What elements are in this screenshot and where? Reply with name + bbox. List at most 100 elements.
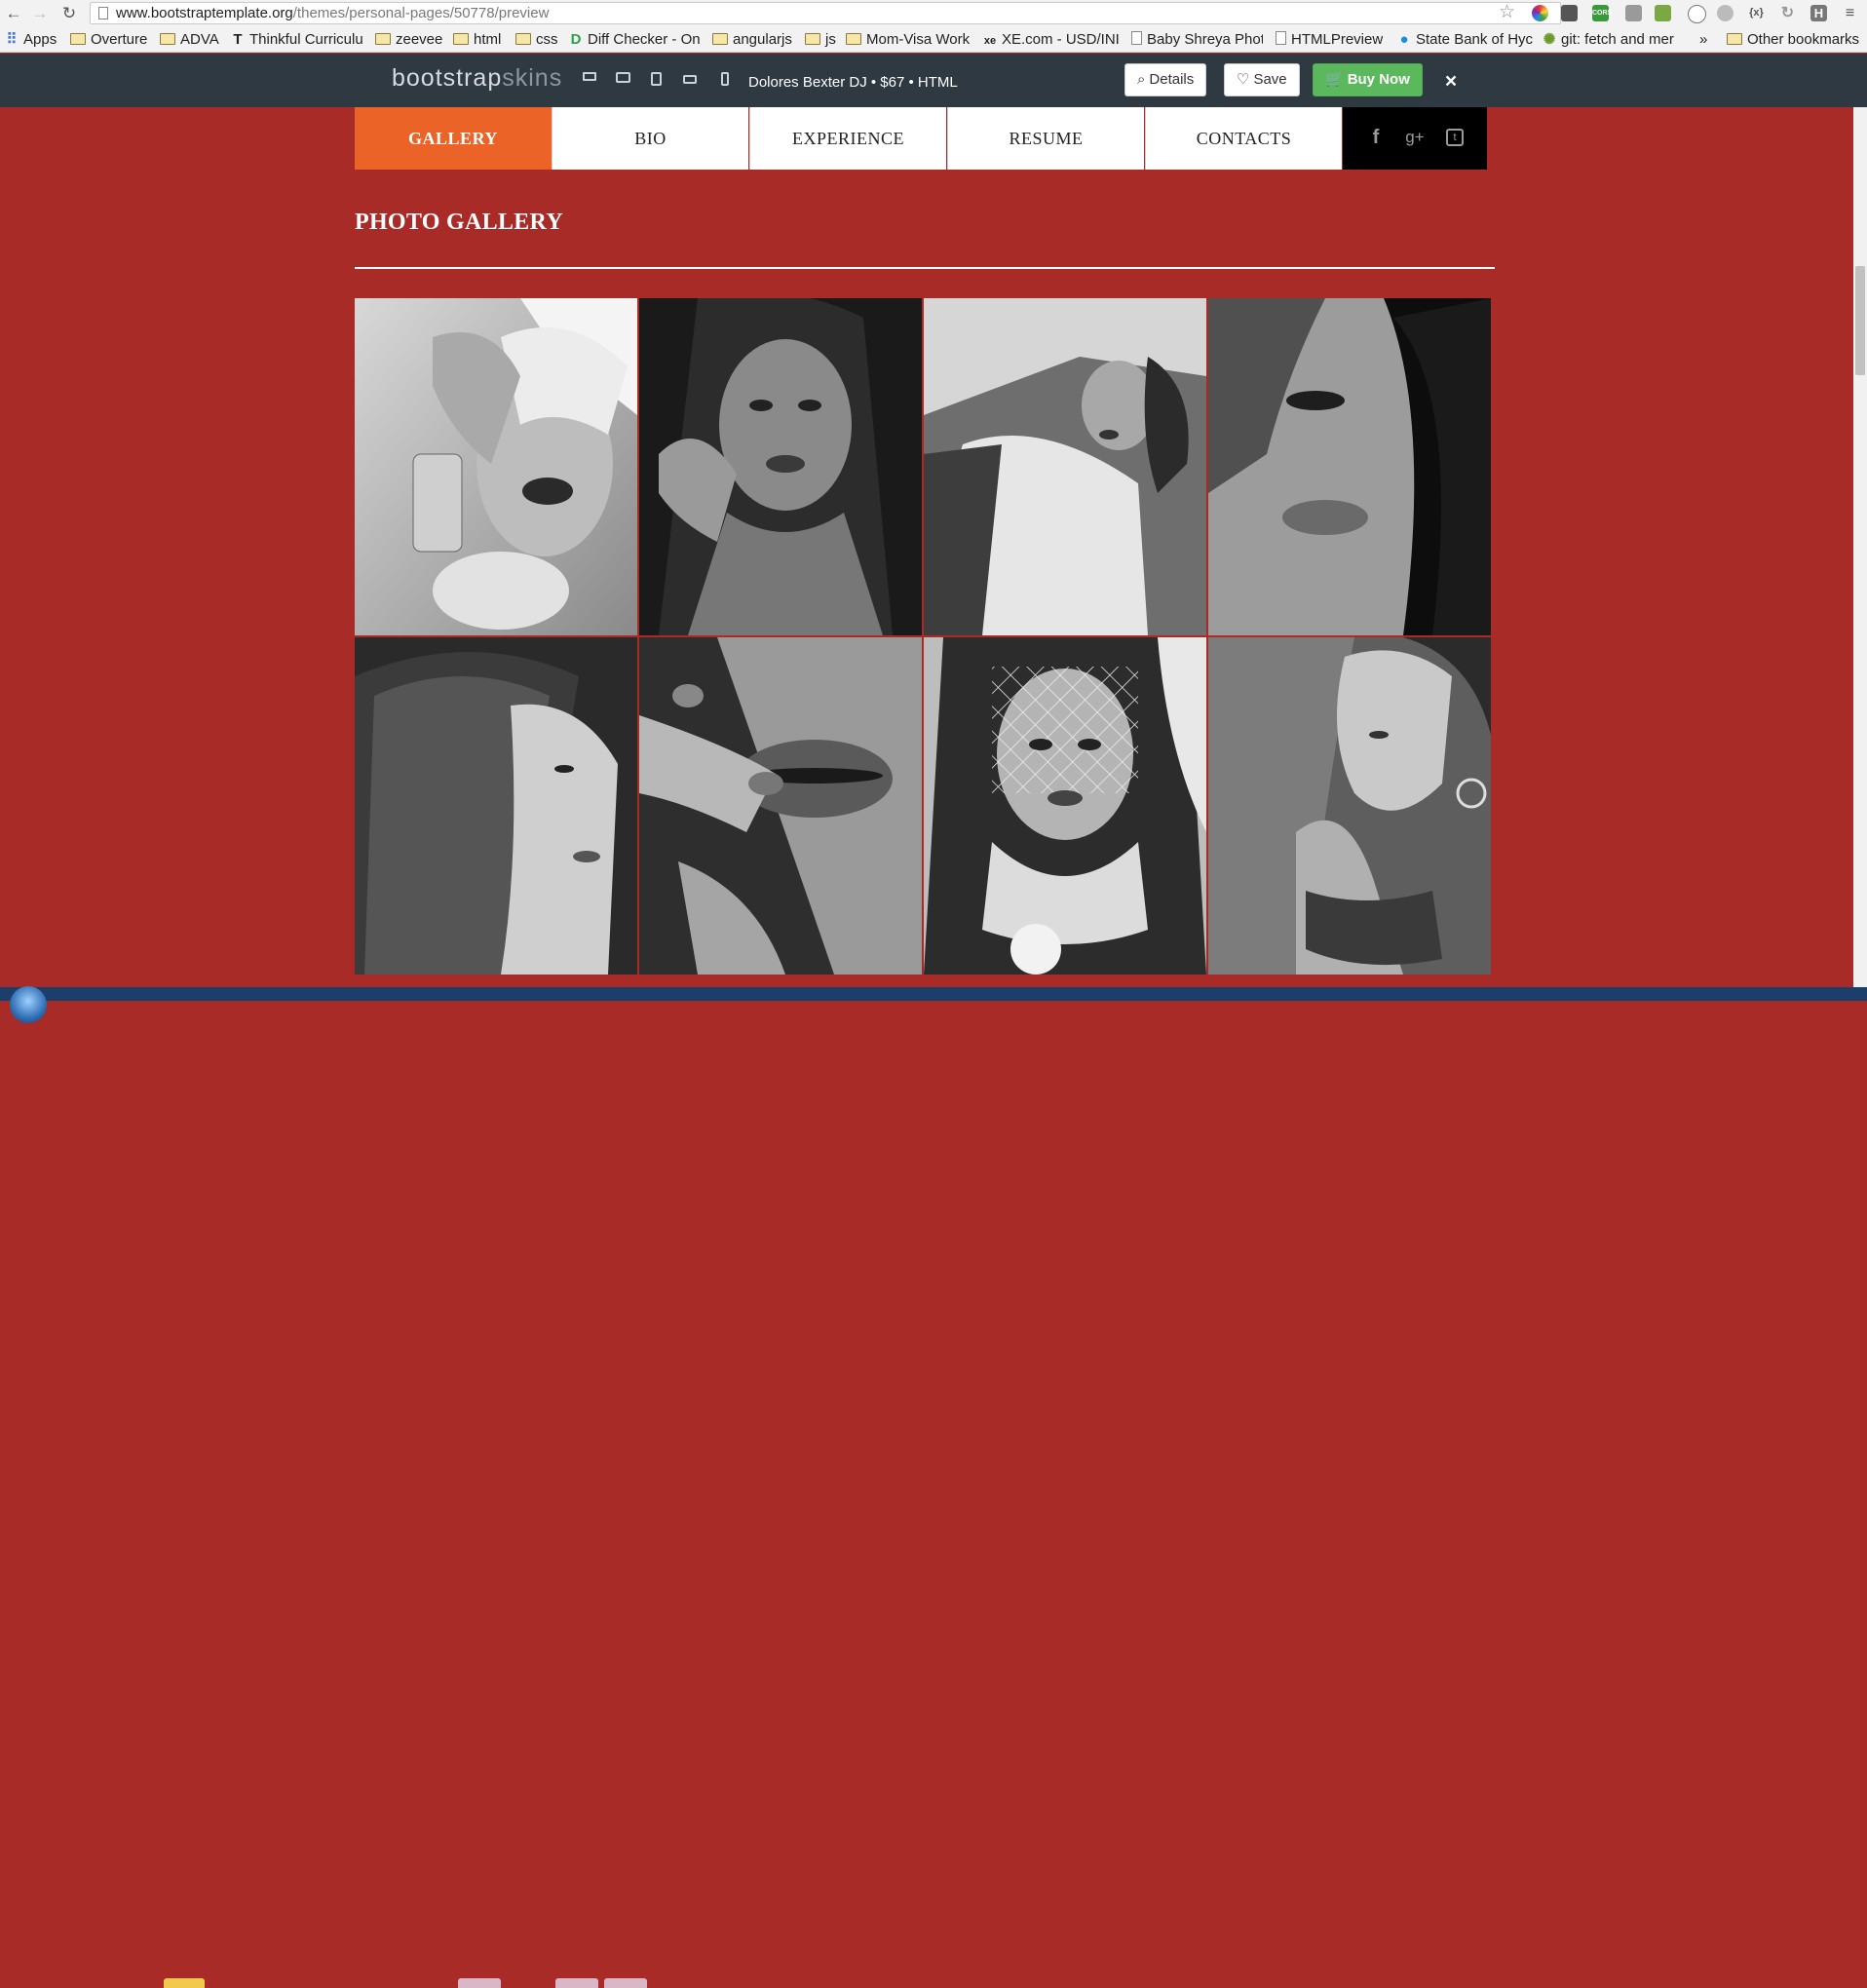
facebook-icon[interactable]: f [1368, 127, 1384, 148]
laptop-view-icon[interactable] [616, 72, 630, 83]
thinkful-icon: T [233, 31, 243, 48]
bookmark-mom-visa-work[interactable]: Mom-Visa Work [846, 30, 970, 50]
cors-icon[interactable]: CORS [1592, 5, 1612, 21]
phone-view-icon[interactable] [721, 72, 729, 86]
product-info: Dolores Bexter DJ • $67 • HTML [748, 74, 958, 91]
tablet-view-icon[interactable] [651, 72, 662, 86]
photo-image [639, 298, 922, 635]
photo-image [1208, 637, 1491, 975]
nav-gallery[interactable]: GALLERY [355, 107, 552, 170]
clock-icon[interactable] [1688, 5, 1706, 23]
nav-experience[interactable]: EXPERIENCE [749, 107, 946, 170]
bookmark-diff-checker[interactable]: D Diff Checker - On [568, 30, 700, 50]
buy-now-button[interactable]: 🛒 Buy Now [1313, 63, 1423, 96]
menu-icon[interactable]: ≡ [1842, 5, 1858, 21]
forward-icon[interactable]: → [29, 3, 51, 24]
taskbar-explorer-icon[interactable] [164, 1978, 205, 1988]
photo-grid [355, 298, 1495, 980]
photo-woman-hand-on-head[interactable] [639, 298, 922, 635]
photo-image [355, 637, 637, 975]
sheets-icon[interactable] [1655, 5, 1671, 21]
folder-icon [453, 33, 469, 45]
gallery-divider [355, 267, 1495, 269]
save-button[interactable]: ♡ Save [1224, 63, 1300, 96]
taskbar-app-icon[interactable] [555, 1978, 598, 1988]
photo-woman-profile-earrings[interactable] [1208, 637, 1491, 975]
bookmark-angularjs[interactable]: angularjs [712, 30, 792, 50]
nav-contacts[interactable]: CONTACTS [1145, 107, 1342, 170]
google-plus-icon[interactable]: g+ [1401, 127, 1429, 148]
bookmark-xe[interactable]: xe XE.com - USD/INI [982, 30, 1119, 50]
h-icon[interactable]: H [1810, 5, 1827, 21]
site-nav: GALLERY BIO EXPERIENCE RESUME CONTACTS f… [355, 107, 1487, 170]
details-button[interactable]: ⌕ Details [1124, 63, 1207, 96]
photo-woman-long-hair-profile[interactable] [355, 637, 637, 975]
cart-icon: 🛒 [1325, 71, 1344, 88]
twitter-icon[interactable]: t [1446, 129, 1464, 146]
search-icon: ⌕ [1137, 71, 1146, 88]
heart-icon: ♡ [1237, 71, 1250, 88]
xe-icon: xe [983, 35, 997, 47]
scrollbar-thumb[interactable] [1855, 266, 1865, 375]
photo-image [355, 298, 637, 635]
toolbar-icon[interactable] [1625, 5, 1642, 21]
url-host: www.bootstraptemplate.org [116, 5, 293, 21]
git-icon: ✺ [1543, 31, 1556, 48]
folder-icon [515, 33, 531, 45]
screenshot-icon[interactable] [1561, 5, 1578, 21]
photo-woman-lying-white-shirt[interactable] [924, 298, 1206, 635]
apps-grid-icon: ⠿ [6, 31, 18, 48]
bookmark-state-bank[interactable]: ● State Bank of Hyc [1396, 30, 1543, 50]
photo-woman-white-hair[interactable] [355, 298, 637, 635]
bookmark-css[interactable]: css [515, 30, 558, 50]
reload-button[interactable]: ↻ [58, 3, 80, 24]
page-scrollbar[interactable] [1853, 107, 1867, 987]
photo-image [924, 637, 1206, 975]
bookmark-apps[interactable]: ⠿ Apps [4, 30, 57, 50]
bookmarks-bar: ⠿ Apps Overture ADVA T Thinkful Curriculu … [0, 27, 1867, 53]
taskbar [0, 987, 1867, 1988]
social-links: f g+ t [1343, 107, 1487, 170]
back-icon[interactable]: ← [3, 3, 24, 24]
bookmark-html[interactable]: html [453, 30, 501, 50]
colorpicker-icon[interactable] [1532, 5, 1548, 21]
start-button[interactable] [10, 986, 47, 1023]
nav-bio[interactable]: BIO [552, 107, 748, 170]
bookmark-star-icon[interactable]: ☆ [1499, 1, 1515, 23]
bookmark-zeevee[interactable]: zeevee [375, 30, 442, 50]
nav-resume[interactable]: RESUME [947, 107, 1144, 170]
bookmark-git-fetch[interactable]: ✺ git: fetch and mer [1542, 30, 1686, 50]
bookmark-other[interactable]: Other bookmarks [1727, 30, 1859, 50]
brand-light: skins [502, 64, 563, 92]
bookmark-overture[interactable]: Overture [70, 30, 147, 50]
preview-bar: bootstrapskins Dolores Bexter DJ • $67 •… [0, 54, 1867, 107]
bookmark-thinkful[interactable]: T Thinkful Curriculu [230, 30, 366, 50]
page-icon [1276, 31, 1286, 45]
photo-woman-close-up[interactable] [1208, 298, 1491, 635]
bookmark-js[interactable]: js [805, 30, 836, 50]
photo-image [924, 298, 1206, 635]
photo-lips-glitter-nails[interactable] [639, 637, 922, 975]
json-icon[interactable]: {x} [1748, 5, 1765, 21]
bookmark-adva[interactable]: ADVA [160, 30, 219, 50]
photo-image [1208, 298, 1491, 635]
photo-woman-veil-necklace[interactable] [924, 637, 1206, 975]
taskbar-app-icon[interactable] [458, 1978, 501, 1988]
page-icon [1131, 31, 1142, 45]
brand-logo[interactable]: bootstrapskins [392, 64, 562, 93]
bookmarks-overflow[interactable]: » [1699, 30, 1707, 50]
folder-icon [160, 33, 175, 45]
reload-icon[interactable]: ↻ [1779, 5, 1796, 21]
tablet-landscape-view-icon[interactable] [683, 75, 697, 84]
desktop-view-icon[interactable] [583, 72, 596, 81]
taskbar-app-icon[interactable] [604, 1978, 647, 1988]
address-bar[interactable]: www.bootstraptemplate.org/themes/persona… [90, 2, 1561, 24]
bookmark-baby-shreya[interactable]: Baby Shreya Phot [1131, 30, 1263, 50]
bookmark-htmlpreview[interactable]: HTMLPreview [1276, 30, 1383, 50]
brand-bold: bootstrap [392, 64, 503, 92]
url-path: /themes/personal-pages/50778/preview [292, 5, 550, 21]
feather-icon[interactable] [1717, 5, 1734, 21]
gallery-title: PHOTO GALLERY [355, 210, 563, 235]
close-preview-icon[interactable]: × [1440, 71, 1462, 93]
diffchecker-icon: D [570, 31, 582, 48]
